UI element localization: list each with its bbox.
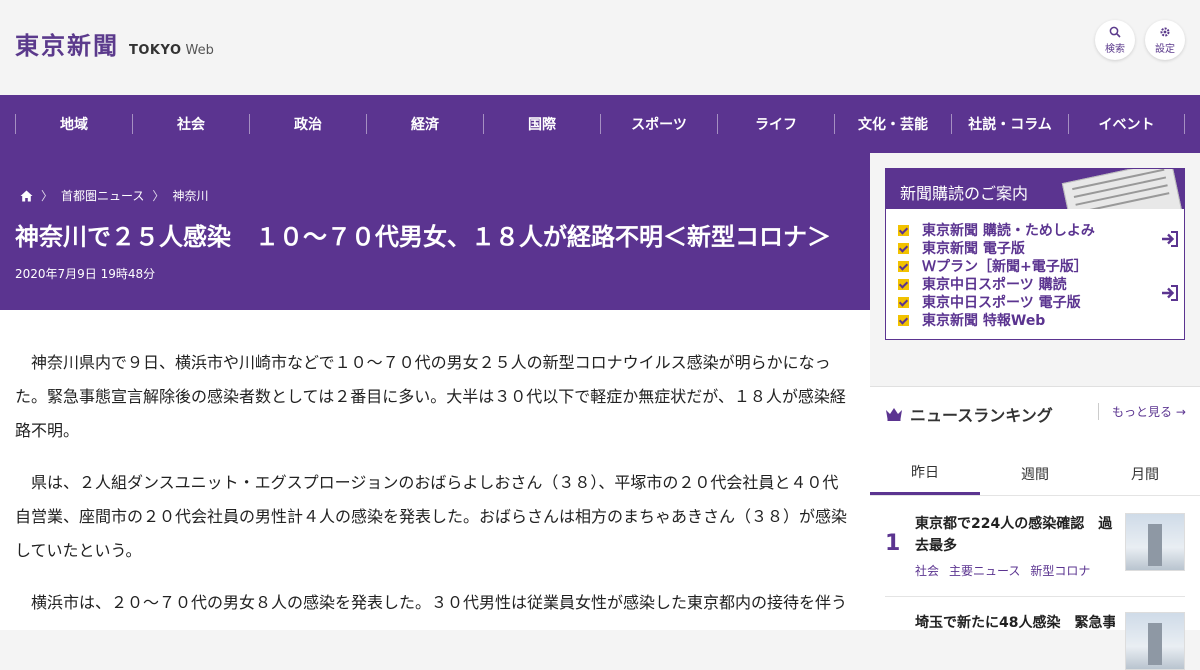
rank-number: 1 [885,531,901,556]
subscription-label: Ｗプラン［新聞+電子版］ [922,259,1088,275]
tab-yesterday[interactable]: 昨日 [870,452,980,495]
subscription-label: 東京新聞 電子版 [922,241,1025,257]
news-ranking: ニュースランキング もっと見る → 昨日 週間 月間 1 東京都で224人の感染… [870,386,1200,670]
breadcrumb: 〉 首都圏ニュース 〉 神奈川 [20,187,208,204]
subscription-item[interactable]: 東京中日スポーツ 電子版 [898,285,1184,311]
login-icon[interactable] [1160,284,1180,302]
more-label: もっと見る [1112,405,1173,419]
nav-item-editorial[interactable]: 社説・コラム [951,114,1068,134]
subscription-label: 東京中日スポーツ 購読 [922,277,1067,293]
tag[interactable]: 主要ニュース [949,562,1020,579]
tab-monthly[interactable]: 月間 [1090,452,1200,495]
subscription-box: 新聞購読のご案内 東京新聞 購読・ためしよみ 東京新聞 電子版 Ｗプラン［新聞+… [885,168,1185,340]
site-logo[interactable]: 東京新聞 TOKYO Web [15,26,214,61]
ranking-item-title[interactable]: 埼玉で新たに48人感染 緊急事 [915,612,1115,634]
breadcrumb-separator: 〉 [152,189,165,203]
article-body: 神奈川県内で９日、横浜市や川崎市などで１０～７０代の男女２５人の新型コロナウイル… [0,310,870,630]
crown-icon [886,408,902,421]
subscription-label: 東京新聞 購読・ためしよみ [922,223,1095,239]
article-paragraph: 横浜市は、２０～７０代の男女８人の感染を発表した。３０代男性は従業員女性が感染し… [31,593,848,612]
settings-label: 設定 [1155,43,1175,55]
article-title: 神奈川で２５人感染 １０～７０代男女、１８人が経路不明＜新型コロナ＞ [15,223,831,251]
logo-main: 東京新聞 [15,31,119,60]
subscription-label: 東京中日スポーツ 電子版 [922,295,1081,311]
subscription-item[interactable]: 東京新聞 電子版 [898,231,1184,257]
nav-item-event[interactable]: イベント [1068,114,1185,134]
check-icon [898,314,909,326]
more-link[interactable]: もっと見る → [1098,403,1186,420]
subscription-heading: 新聞購読のご案内 [900,184,1029,203]
ranking-title: ニュースランキング [910,406,1053,425]
ranking-item-title[interactable]: 東京都で224人の感染確認 過去最多 [915,513,1115,557]
login-icon[interactable] [1160,230,1180,248]
nav-item-life[interactable]: ライフ [717,114,834,134]
subscription-item[interactable]: 東京中日スポーツ 購読 [898,275,1184,293]
logo-tokyo: TOKYO [129,43,182,58]
settings-button[interactable]: 設定 [1145,20,1185,60]
article-header: 〉 首都圏ニュース 〉 神奈川 神奈川で２５人感染 １０～７０代男女、１８人が経… [0,153,870,310]
nav-item-sports[interactable]: スポーツ [600,114,717,134]
ranking-thumbnail[interactable] [1125,513,1185,571]
subscription-list: 東京新聞 購読・ためしよみ 東京新聞 電子版 Ｗプラン［新聞+電子版］ 東京中日… [886,209,1184,329]
search-label: 検索 [1105,43,1125,55]
newspaper-image [1061,169,1183,209]
article-date: 2020年7月9日 19時48分 [15,267,156,281]
check-icon [898,296,909,308]
ranking-thumbnail[interactable] [1125,612,1185,670]
search-button[interactable]: 検索 [1095,20,1135,60]
ranking-item[interactable]: 埼玉で新たに48人感染 緊急事 [870,610,1200,670]
logo-web: Web [185,43,214,58]
nav-item-culture[interactable]: 文化・芸能 [834,114,951,134]
tag[interactable]: 新型コロナ [1030,562,1090,579]
breadcrumb-item[interactable]: 首都圏ニュース [61,187,144,204]
check-icon [898,278,909,290]
subscription-header[interactable]: 新聞購読のご案内 [886,169,1184,209]
nav-item-international[interactable]: 国際 [483,114,600,134]
nav-item-politics[interactable]: 政治 [249,114,366,134]
ranking-header: ニュースランキング [885,402,1053,426]
subscription-item[interactable]: 東京新聞 購読・ためしよみ [898,221,1184,239]
subscription-item[interactable]: Ｗプラン［新聞+電子版］ [898,257,1184,275]
ranking-tabs: 昨日 週間 月間 [870,452,1200,496]
breadcrumb-item[interactable]: 神奈川 [172,187,208,204]
tab-weekly[interactable]: 週間 [980,452,1090,495]
gear-icon [1160,27,1170,36]
sidebar: 新聞購読のご案内 東京新聞 購読・ためしよみ 東京新聞 電子版 Ｗプラン［新聞+… [870,153,1200,670]
nav-item-region[interactable]: 地域 [15,114,132,134]
article-paragraph: 神奈川県内で９日、横浜市や川崎市などで１０～７０代の男女２５人の新型コロナウイル… [15,353,846,440]
article-paragraph: 県は、２人組ダンスユニット・エグスプロージョンのおばらよしおさん（３８）、平塚市… [15,473,848,560]
ranking-item-tags: 社会 主要ニュース 新型コロナ [915,562,1090,579]
subscription-item[interactable]: 東京新聞 特報Web [898,311,1184,329]
subscription-label: 東京新聞 特報Web [922,313,1046,329]
divider [885,596,1185,597]
tag[interactable]: 社会 [915,562,939,579]
search-icon [1109,26,1121,38]
check-icon [898,242,909,254]
home-icon[interactable] [20,190,33,202]
site-header: 東京新聞 TOKYO Web 検索 設定 [0,0,1200,95]
breadcrumb-separator: 〉 [41,189,54,203]
ranking-item[interactable]: 1 東京都で224人の感染確認 過去最多 社会 主要ニュース 新型コロナ [870,511,1200,581]
check-icon [898,224,909,236]
arrow-right-icon: → [1175,405,1186,419]
nav-item-society[interactable]: 社会 [132,114,249,134]
divider [870,386,1200,387]
main-nav: 地域 社会 政治 経済 国際 スポーツ ライフ 文化・芸能 社説・コラム イベン… [0,95,1200,153]
nav-item-economy[interactable]: 経済 [366,114,483,134]
check-icon [898,260,909,272]
